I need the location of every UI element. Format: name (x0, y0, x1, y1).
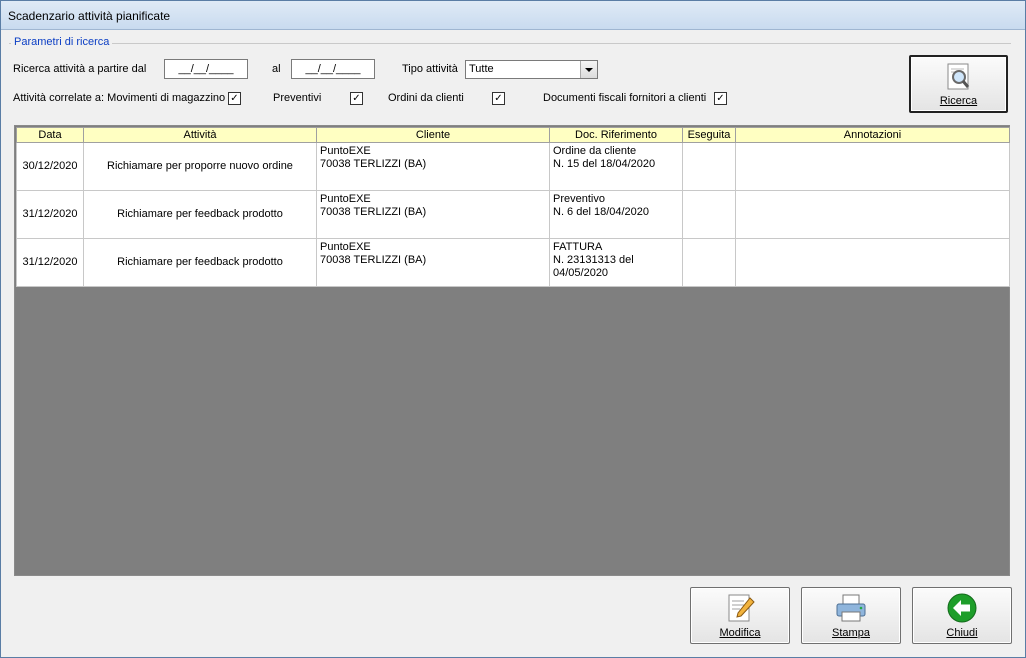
cell-doc[interactable]: FATTURA N. 23131313 del 04/05/2020 (549, 238, 683, 287)
cell-doc[interactable]: Ordine da cliente N. 15 del 18/04/2020 (549, 142, 683, 191)
table-row[interactable]: 30/12/2020 Richiamare per proporre nuovo… (16, 142, 1010, 191)
window-title: Scadenzario attività pianificate (8, 9, 171, 23)
cell-cliente[interactable]: PuntoEXE 70038 TERLIZZI (BA) (316, 238, 550, 287)
activities-table: Data Attività Cliente Doc. Riferimento E… (16, 127, 1010, 287)
stampa-button-label: Stampa (832, 627, 870, 639)
search-button[interactable]: Ricerca (909, 55, 1008, 113)
cell-cliente[interactable]: PuntoEXE 70038 TERLIZZI (BA) (316, 142, 550, 191)
preventivi-checkbox[interactable]: ✓ (350, 92, 363, 105)
back-arrow-icon (946, 592, 978, 627)
column-header-doc-riferimento[interactable]: Doc. Riferimento (549, 127, 683, 143)
activities-grid[interactable]: Data Attività Cliente Doc. Riferimento E… (14, 125, 1010, 576)
cliente-name: PuntoEXE (320, 241, 371, 253)
related-movimenti-label: Attività correlate a: Movimenti di magaz… (13, 92, 226, 104)
cell-annotazioni[interactable] (735, 190, 1010, 239)
preventivi-label: Preventivi (273, 92, 322, 104)
doc-number: N. 23131313 del 04/05/2020 (553, 254, 634, 279)
search-button-label: Ricerca (939, 95, 978, 107)
chiudi-button-label: Chiudi (946, 627, 978, 639)
doc-number: N. 15 del 18/04/2020 (553, 158, 656, 170)
column-header-data[interactable]: Data (16, 127, 84, 143)
cell-eseguita[interactable] (682, 238, 736, 287)
cell-cliente[interactable]: PuntoEXE 70038 TERLIZZI (BA) (316, 190, 550, 239)
edit-document-icon (724, 592, 756, 627)
from-date-label: Ricerca attività a partire dal (13, 63, 147, 75)
column-header-cliente[interactable]: Cliente (316, 127, 550, 143)
cliente-address: 70038 TERLIZZI (BA) (320, 206, 427, 218)
table-header-row: Data Attività Cliente Doc. Riferimento E… (16, 127, 1010, 143)
movimenti-checkbox[interactable]: ✓ (228, 92, 241, 105)
cell-annotazioni[interactable] (735, 142, 1010, 191)
table-row[interactable]: 31/12/2020 Richiamare per feedback prodo… (16, 190, 1010, 239)
table-row[interactable]: 31/12/2020 Richiamare per feedback prodo… (16, 238, 1010, 287)
cell-attivita[interactable]: Richiamare per proporre nuovo ordine (83, 142, 317, 191)
main-window: Scadenzario attività pianificate Paramet… (0, 0, 1026, 658)
doc-number: N. 6 del 18/04/2020 (553, 206, 650, 218)
cliente-address: 70038 TERLIZZI (BA) (320, 254, 427, 266)
printer-icon (834, 592, 868, 627)
activity-type-select[interactable]: Tutte (465, 60, 598, 79)
documenti-checkbox[interactable]: ✓ (714, 92, 727, 105)
dropdown-arrow-icon[interactable] (580, 61, 597, 78)
to-date-input[interactable]: __/__/____ (291, 59, 375, 79)
documenti-label: Documenti fiscali fornitori a clienti (543, 92, 707, 104)
chiudi-button[interactable]: Chiudi (912, 587, 1012, 644)
modifica-button[interactable]: Modifica (690, 587, 790, 644)
column-header-eseguita[interactable]: Eseguita (682, 127, 736, 143)
column-header-annotazioni[interactable]: Annotazioni (735, 127, 1010, 143)
doc-type: Preventivo (553, 193, 605, 205)
cell-attivita[interactable]: Richiamare per feedback prodotto (83, 238, 317, 287)
cell-annotazioni[interactable] (735, 238, 1010, 287)
cell-doc[interactable]: Preventivo N. 6 del 18/04/2020 (549, 190, 683, 239)
magnifier-document-icon (945, 62, 973, 95)
to-date-label: al (272, 63, 281, 75)
cell-data[interactable]: 31/12/2020 (16, 190, 84, 239)
window-content: Parametri di ricerca Ricerca attività a … (7, 30, 1019, 652)
cell-eseguita[interactable] (682, 190, 736, 239)
activity-type-label: Tipo attività (402, 63, 458, 75)
doc-type: Ordine da cliente (553, 145, 637, 157)
cliente-address: 70038 TERLIZZI (BA) (320, 158, 427, 170)
stampa-button[interactable]: Stampa (801, 587, 901, 644)
search-params-legend: Parametri di ricerca (11, 36, 113, 48)
cell-attivita[interactable]: Richiamare per feedback prodotto (83, 190, 317, 239)
from-date-input[interactable]: __/__/____ (164, 59, 248, 79)
cell-data[interactable]: 30/12/2020 (16, 142, 84, 191)
group-divider (9, 43, 1011, 44)
cell-eseguita[interactable] (682, 142, 736, 191)
modifica-button-label: Modifica (719, 627, 761, 639)
ordini-checkbox[interactable]: ✓ (492, 92, 505, 105)
activity-type-value: Tutte (469, 63, 494, 75)
cliente-name: PuntoEXE (320, 193, 371, 205)
cliente-name: PuntoEXE (320, 145, 371, 157)
ordini-label: Ordini da clienti (388, 92, 464, 104)
title-bar[interactable]: Scadenzario attività pianificate (1, 1, 1025, 30)
doc-type: FATTURA (553, 241, 603, 253)
column-header-attivita[interactable]: Attività (83, 127, 317, 143)
cell-data[interactable]: 31/12/2020 (16, 238, 84, 287)
